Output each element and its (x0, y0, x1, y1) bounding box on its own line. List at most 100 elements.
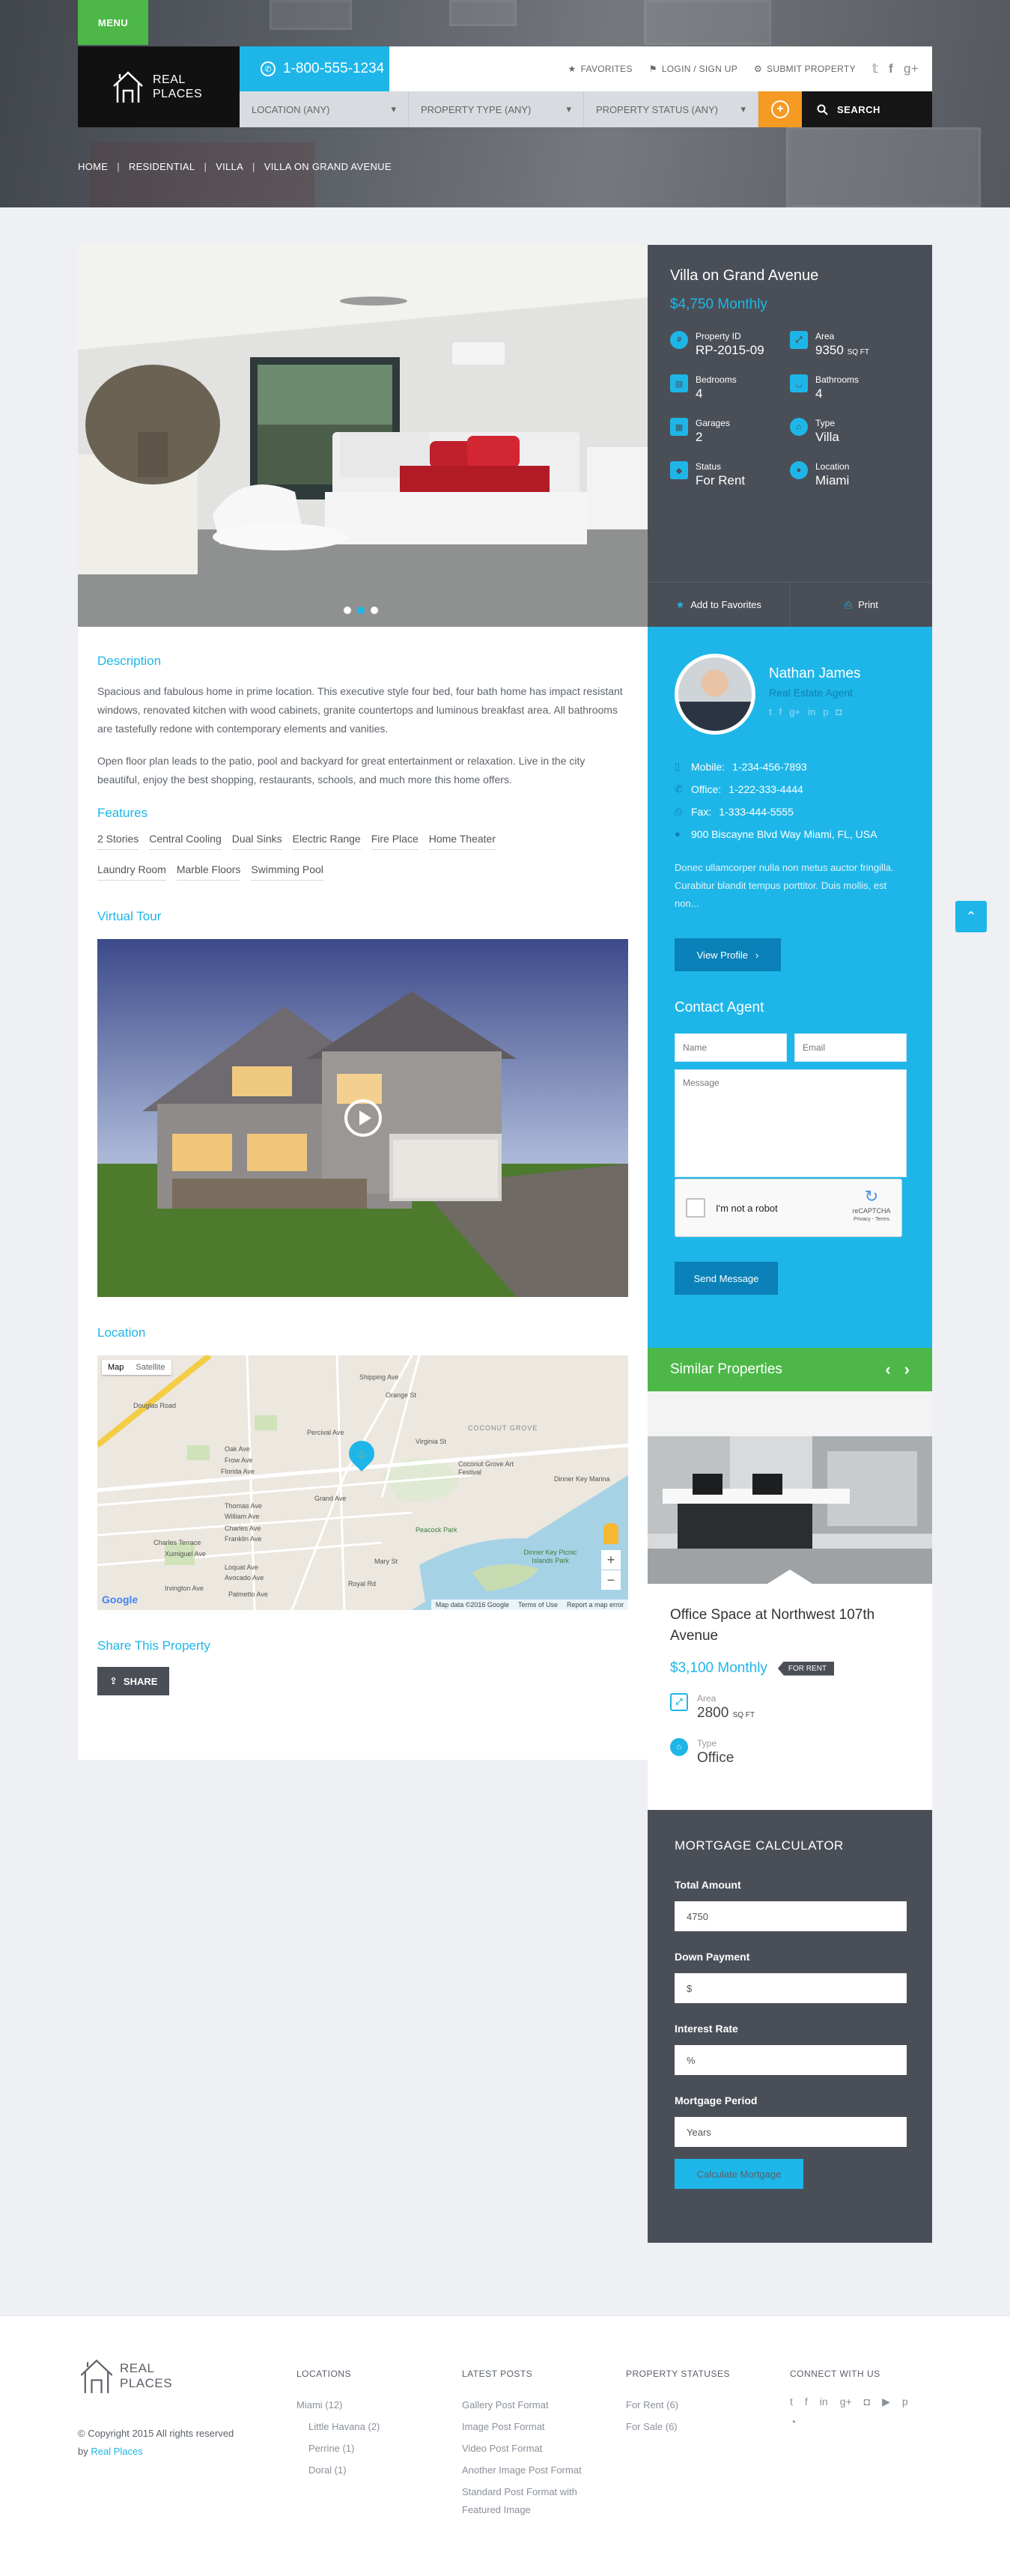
footer-status-for-sale[interactable]: For Sale (6) (626, 2416, 678, 2437)
footer-location-miami[interactable]: Miami (12) (296, 2394, 342, 2416)
pinterest-icon[interactable]: p (902, 2396, 908, 2408)
twitter-icon[interactable]: t (790, 2396, 793, 2408)
recaptcha-links[interactable]: Privacy - Terms (849, 1215, 894, 1224)
favorites-link[interactable]: ★ FAVORITES (568, 64, 633, 74)
footer-post-link[interactable]: Image Post Format (462, 2416, 545, 2437)
linkedin-icon[interactable]: in (820, 2396, 828, 2408)
agent-office[interactable]: ✆ Office: 1-222-333-4444 (675, 778, 877, 801)
chevron-right-icon[interactable]: › (904, 1360, 910, 1379)
breadcrumb-residential[interactable]: RESIDENTIAL (129, 161, 195, 172)
total-amount-input[interactable]: 4750 (675, 1901, 907, 1931)
chevron-left-icon[interactable]: ‹ (885, 1360, 890, 1379)
message-field[interactable]: Message (675, 1069, 907, 1177)
menu-button[interactable]: MENU (78, 0, 148, 45)
virtual-tour-video[interactable] (97, 939, 628, 1297)
google-plus-icon[interactable]: g+ (840, 2396, 852, 2408)
breadcrumb-home[interactable]: HOME (78, 161, 108, 172)
property-status-select[interactable]: PROPERTY STATUS (ANY) ▾ (584, 91, 758, 127)
site-logo[interactable]: REAL PLACES (78, 46, 240, 127)
facebook-icon[interactable]: f (779, 706, 782, 717)
chevron-down-icon: ▾ (740, 103, 746, 115)
footer-logo[interactable]: REAL PLACES (78, 2355, 172, 2397)
facebook-icon[interactable]: f (805, 2396, 808, 2408)
features-heading: Features (97, 806, 148, 820)
view-profile-button[interactable]: View Profile › (675, 938, 781, 971)
scroll-to-top-button[interactable]: ⌃ (955, 901, 987, 932)
search-icon (817, 104, 828, 115)
property-type-select[interactable]: PROPERTY TYPE (ANY) ▾ (409, 91, 584, 127)
tag-icon: ◆ (670, 461, 688, 479)
calculate-mortgage-button[interactable]: Calculate Mortgage (675, 2159, 803, 2189)
meta-label: Location (815, 461, 850, 472)
footer-post-link[interactable]: Video Post Format (462, 2437, 542, 2459)
slider-dots (344, 607, 378, 614)
street-label: Peacock Park (416, 1526, 457, 1534)
meta-label: Area (815, 331, 835, 341)
mortgage-period-input[interactable]: Years (675, 2117, 907, 2147)
similar-property-title[interactable]: Office Space at Northwest 107th Avenue (670, 1605, 910, 1647)
zoom-in-button[interactable]: + (601, 1550, 621, 1570)
youtube-icon[interactable]: ▶ (882, 2396, 890, 2408)
meta-label: Type (815, 418, 836, 428)
map-tab-satellite[interactable]: Satellite (130, 1360, 171, 1375)
slide-dot-1[interactable] (344, 607, 351, 614)
instagram-icon[interactable]: ◘ (864, 2396, 870, 2408)
logo-text-line2: PLACES (153, 88, 203, 100)
footer-location-doral[interactable]: Doral (1) (308, 2459, 347, 2481)
property-summary-panel: Villa on Grand Avenue $4,750 Monthly # Pr… (648, 245, 932, 627)
similar-property-photo[interactable] (648, 1391, 932, 1584)
map-terms-link[interactable]: Terms of Use (518, 1601, 558, 1609)
email-field[interactable]: Email (794, 1033, 907, 1062)
submit-property-link[interactable]: ⚙ SUBMIT PROPERTY (754, 64, 856, 74)
google-plus-icon[interactable]: g+ (904, 61, 919, 76)
twitter-icon[interactable]: 𝕥 (872, 61, 878, 76)
breadcrumb-villa[interactable]: VILLA (216, 161, 243, 172)
phone-number[interactable]: ✆ 1-800-555-1234 (240, 46, 389, 91)
name-field[interactable]: Name (675, 1033, 787, 1062)
property-photo-slider[interactable] (78, 245, 648, 627)
advanced-search-button[interactable]: + (758, 91, 802, 127)
google-plus-icon[interactable]: g+ (789, 706, 800, 717)
facebook-icon[interactable]: f (889, 61, 893, 76)
footer-post-link-continued[interactable]: Featured Image (462, 2499, 531, 2521)
rss-icon[interactable]: ◔ (790, 2416, 796, 2428)
agent-mobile[interactable]: ▯ Mobile: 1-234-456-7893 (675, 756, 877, 778)
similar-properties-title: Similar Properties (670, 1361, 782, 1377)
slide-dot-3[interactable] (371, 607, 378, 614)
map-report-link[interactable]: Report a map error (567, 1601, 624, 1609)
pinterest-icon[interactable]: p (823, 706, 828, 717)
map-graphic (97, 1355, 628, 1610)
meta-label: Bathrooms (815, 374, 860, 385)
linkedin-icon[interactable]: in (808, 706, 815, 717)
agent-name[interactable]: Nathan James (769, 666, 861, 682)
similar-type-value: Office (697, 1750, 734, 1766)
footer-location-perrine[interactable]: Perrine (1) (308, 2437, 354, 2459)
recaptcha-checkbox[interactable] (686, 1198, 705, 1218)
play-icon[interactable] (344, 1099, 382, 1137)
send-message-button[interactable]: Send Message (675, 1262, 778, 1295)
footer-status-for-rent[interactable]: For Rent (6) (626, 2394, 678, 2416)
map-attribution: Map data ©2016 Google (435, 1601, 509, 1609)
twitter-icon[interactable]: t (769, 706, 772, 717)
meta-value: 2 (696, 430, 703, 444)
slide-dot-2[interactable] (357, 607, 365, 614)
zoom-out-button[interactable]: − (601, 1570, 621, 1590)
street-label: Charles Terrace (153, 1539, 201, 1546)
print-button[interactable]: ⎙ Print (789, 583, 933, 627)
footer-post-link[interactable]: Gallery Post Format (462, 2394, 549, 2416)
map-tab-map[interactable]: Map (102, 1360, 130, 1375)
recaptcha-widget: I'm not a robot ↻ reCAPTCHA Privacy - Te… (675, 1179, 902, 1237)
footer-location-little-havana[interactable]: Little Havana (2) (308, 2416, 380, 2437)
down-payment-input[interactable]: $ (675, 1973, 907, 2003)
interest-rate-input[interactable]: % (675, 2045, 907, 2075)
copyright-link[interactable]: Real Places (91, 2446, 142, 2457)
street-view-pegman-icon[interactable] (603, 1523, 618, 1544)
location-select[interactable]: LOCATION (ANY) ▾ (240, 91, 409, 127)
share-button[interactable]: ⇪ SHARE (97, 1667, 170, 1695)
search-button[interactable]: SEARCH (802, 91, 932, 127)
login-link[interactable]: ⚑ LOGIN / SIGN UP (649, 64, 737, 74)
footer-post-link[interactable]: Another Image Post Format (462, 2459, 582, 2481)
add-to-favorites-button[interactable]: ★ Add to Favorites (648, 583, 790, 627)
instagram-icon[interactable]: ◘ (836, 706, 842, 717)
location-map[interactable]: Map Satellite Douglas Road Grand Ave Oak… (97, 1355, 628, 1610)
